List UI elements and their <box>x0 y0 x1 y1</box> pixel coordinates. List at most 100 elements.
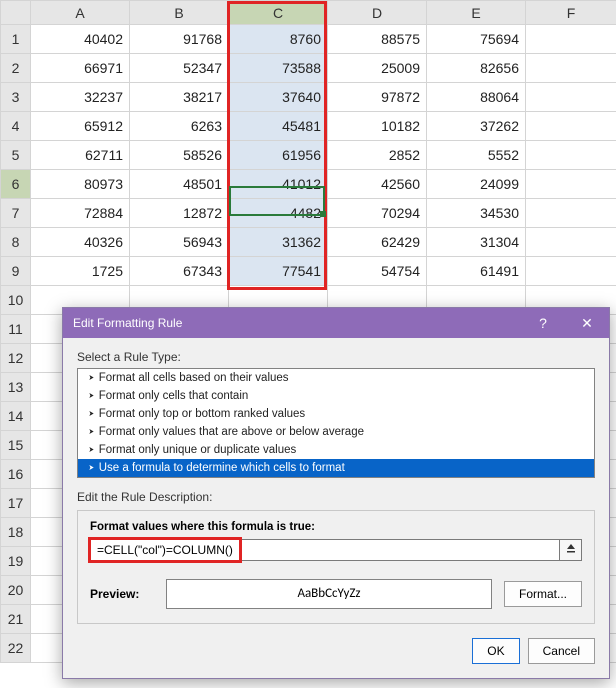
cell[interactable]: 52347 <box>130 54 229 83</box>
cell[interactable]: 4482 <box>229 199 328 228</box>
column-header-E[interactable]: E <box>427 1 526 25</box>
row-header[interactable]: 16 <box>1 460 31 489</box>
cell[interactable] <box>526 199 616 228</box>
rule-type-item[interactable]: Use a formula to determine which cells t… <box>78 459 594 477</box>
row-header[interactable]: 14 <box>1 402 31 431</box>
rule-type-item[interactable]: Format only top or bottom ranked values <box>78 405 594 423</box>
cell[interactable] <box>526 25 616 54</box>
cell[interactable]: 58526 <box>130 141 229 170</box>
row-header[interactable]: 12 <box>1 344 31 373</box>
row-header[interactable]: 4 <box>1 112 31 141</box>
rule-type-item[interactable]: Format only unique or duplicate values <box>78 441 594 459</box>
row-header[interactable]: 9 <box>1 257 31 286</box>
column-header-F[interactable]: F <box>526 1 616 25</box>
row-header[interactable]: 11 <box>1 315 31 344</box>
format-button[interactable]: Format... <box>504 581 582 607</box>
cell[interactable]: 31304 <box>427 228 526 257</box>
cell[interactable]: 73588 <box>229 54 328 83</box>
cell[interactable]: 82656 <box>427 54 526 83</box>
cell[interactable]: 32237 <box>31 83 130 112</box>
cell[interactable]: 62429 <box>328 228 427 257</box>
column-header-C[interactable]: C <box>229 1 328 25</box>
row-header[interactable]: 20 <box>1 576 31 605</box>
rule-type-item[interactable]: Format only cells that contain <box>78 387 594 405</box>
close-button[interactable]: ✕ <box>565 308 609 338</box>
cell[interactable]: 34530 <box>427 199 526 228</box>
cell[interactable]: 10182 <box>328 112 427 141</box>
cell[interactable]: 40326 <box>31 228 130 257</box>
row-header[interactable]: 22 <box>1 634 31 663</box>
cell[interactable]: 54754 <box>328 257 427 286</box>
row-header[interactable]: 5 <box>1 141 31 170</box>
collapse-dialog-button[interactable] <box>560 539 582 561</box>
ok-button[interactable]: OK <box>472 638 519 664</box>
cell[interactable]: 88064 <box>427 83 526 112</box>
column-header-D[interactable]: D <box>328 1 427 25</box>
cell[interactable] <box>526 228 616 257</box>
row-header[interactable]: 3 <box>1 83 31 112</box>
cell[interactable]: 37640 <box>229 83 328 112</box>
cell[interactable]: 12872 <box>130 199 229 228</box>
cell[interactable]: 24099 <box>427 170 526 199</box>
formula-input[interactable] <box>90 539 560 561</box>
cell[interactable]: 45481 <box>229 112 328 141</box>
cell[interactable]: 80973 <box>31 170 130 199</box>
cell[interactable]: 77541 <box>229 257 328 286</box>
cell[interactable]: 72884 <box>31 199 130 228</box>
cell[interactable]: 67343 <box>130 257 229 286</box>
row-header[interactable]: 7 <box>1 199 31 228</box>
cell[interactable]: 75694 <box>427 25 526 54</box>
column-header-B[interactable]: B <box>130 1 229 25</box>
cell[interactable]: 66971 <box>31 54 130 83</box>
column-header-A[interactable]: A <box>31 1 130 25</box>
row-header[interactable]: 18 <box>1 518 31 547</box>
cell[interactable]: 56943 <box>130 228 229 257</box>
row-header[interactable]: 2 <box>1 54 31 83</box>
row-header[interactable]: 6 <box>1 170 31 199</box>
row-header[interactable]: 10 <box>1 286 31 315</box>
cell[interactable]: 40402 <box>31 25 130 54</box>
cell[interactable]: 25009 <box>328 54 427 83</box>
dialog-title: Edit Formatting Rule <box>73 316 521 330</box>
cell[interactable]: 61491 <box>427 257 526 286</box>
row-header[interactable]: 13 <box>1 373 31 402</box>
formula-label: Format values where this formula is true… <box>90 521 582 533</box>
row-header[interactable]: 17 <box>1 489 31 518</box>
cell[interactable]: 1725 <box>31 257 130 286</box>
row-header[interactable]: 1 <box>1 25 31 54</box>
cell[interactable] <box>526 257 616 286</box>
cell[interactable]: 70294 <box>328 199 427 228</box>
cell[interactable] <box>526 54 616 83</box>
rule-type-item[interactable]: Format all cells based on their values <box>78 369 594 387</box>
cell[interactable]: 6263 <box>130 112 229 141</box>
row-header[interactable]: 15 <box>1 431 31 460</box>
cell[interactable]: 5552 <box>427 141 526 170</box>
cell[interactable]: 41012 <box>229 170 328 199</box>
cell[interactable]: 88575 <box>328 25 427 54</box>
help-button[interactable]: ? <box>521 308 565 338</box>
cell[interactable]: 31362 <box>229 228 328 257</box>
row-header[interactable]: 21 <box>1 605 31 634</box>
cell[interactable] <box>526 141 616 170</box>
rule-type-item[interactable]: Format only values that are above or bel… <box>78 423 594 441</box>
cell[interactable]: 61956 <box>229 141 328 170</box>
cell[interactable]: 42560 <box>328 170 427 199</box>
row-header[interactable]: 8 <box>1 228 31 257</box>
cell[interactable] <box>526 83 616 112</box>
cell[interactable]: 91768 <box>130 25 229 54</box>
row-header[interactable]: 19 <box>1 547 31 576</box>
cell[interactable]: 65912 <box>31 112 130 141</box>
cell[interactable]: 2852 <box>328 141 427 170</box>
cell[interactable]: 97872 <box>328 83 427 112</box>
dialog-titlebar[interactable]: Edit Formatting Rule ? ✕ <box>63 308 609 338</box>
select-all-corner[interactable] <box>1 1 31 25</box>
cancel-button[interactable]: Cancel <box>528 638 595 664</box>
cell[interactable] <box>526 170 616 199</box>
cell[interactable]: 8760 <box>229 25 328 54</box>
cell[interactable]: 48501 <box>130 170 229 199</box>
cell[interactable] <box>526 112 616 141</box>
cell[interactable]: 38217 <box>130 83 229 112</box>
cell[interactable]: 37262 <box>427 112 526 141</box>
cell[interactable]: 62711 <box>31 141 130 170</box>
rule-type-list[interactable]: Format all cells based on their valuesFo… <box>77 368 595 478</box>
